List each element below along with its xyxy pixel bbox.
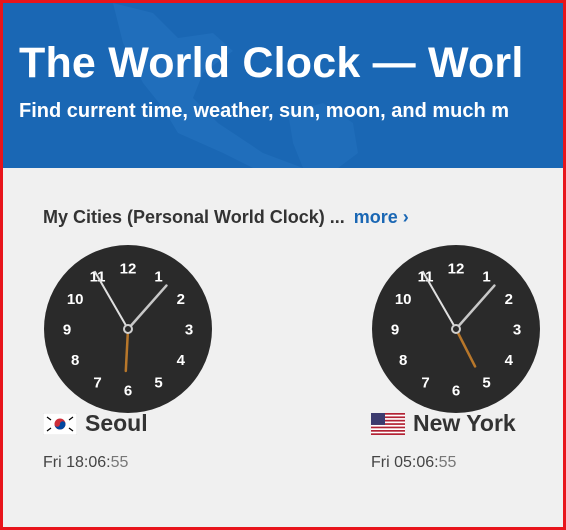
page-title: The World Clock — Worl [19, 39, 524, 87]
city-time-seconds: 55 [110, 454, 129, 471]
clock-number: 10 [67, 291, 84, 308]
clock-center [123, 324, 133, 334]
clock-number: 3 [513, 322, 521, 339]
clock-number: 5 [154, 374, 162, 391]
clock-number: 6 [452, 383, 460, 400]
clock-number: 3 [185, 322, 193, 339]
city-time-hm: Fri 18:06: [43, 454, 111, 471]
clock-number: 4 [177, 352, 186, 369]
clock-number: 5 [482, 374, 490, 391]
header-banner: The World Clock — Worl Find current time… [3, 3, 563, 168]
city-name-label: Seoul [85, 410, 148, 436]
city-time: Fri 18:06:55 [43, 454, 128, 472]
section-heading: My Cities (Personal World Clock) ... mor… [43, 207, 409, 228]
clock-number: 2 [505, 291, 513, 308]
city-time-seconds: 55 [438, 454, 457, 471]
clock-number: 4 [505, 352, 514, 369]
clock-number: 7 [93, 374, 101, 391]
analog-clock-new-york: 121234567891011 [372, 245, 540, 413]
city-time: Fri 05:06:55 [371, 454, 456, 472]
clock-number: 9 [63, 322, 71, 339]
clock-center [451, 324, 461, 334]
clock-number: 6 [124, 383, 132, 400]
my-cities-section: My Cities (Personal World Clock) ... mor… [3, 168, 563, 527]
section-heading-text: My Cities (Personal World Clock) ... [43, 207, 345, 227]
analog-clock-seoul: 121234567891011 [44, 245, 212, 413]
clock-number: 8 [71, 352, 79, 369]
city-name-label: New York [413, 410, 516, 436]
clock-number: 10 [395, 291, 412, 308]
clock-number: 7 [421, 374, 429, 391]
usa-flag-icon [371, 412, 405, 435]
clock-number: 9 [391, 322, 399, 339]
clock-number: 2 [177, 291, 185, 308]
clock-number: 1 [154, 269, 162, 286]
clock-number: 12 [120, 261, 137, 278]
clock-number: 1 [482, 269, 490, 286]
city-name[interactable]: New York [371, 410, 516, 437]
south-korea-flag-icon [43, 412, 77, 435]
city-time-hm: Fri 05:06: [371, 454, 439, 471]
clock-number: 8 [399, 352, 407, 369]
more-link[interactable]: more › [354, 207, 409, 227]
page-subtitle: Find current time, weather, sun, moon, a… [19, 100, 510, 122]
page-frame: The World Clock — Worl Find current time… [0, 0, 566, 530]
city-name[interactable]: Seoul [43, 410, 148, 437]
clock-number: 12 [448, 261, 465, 278]
